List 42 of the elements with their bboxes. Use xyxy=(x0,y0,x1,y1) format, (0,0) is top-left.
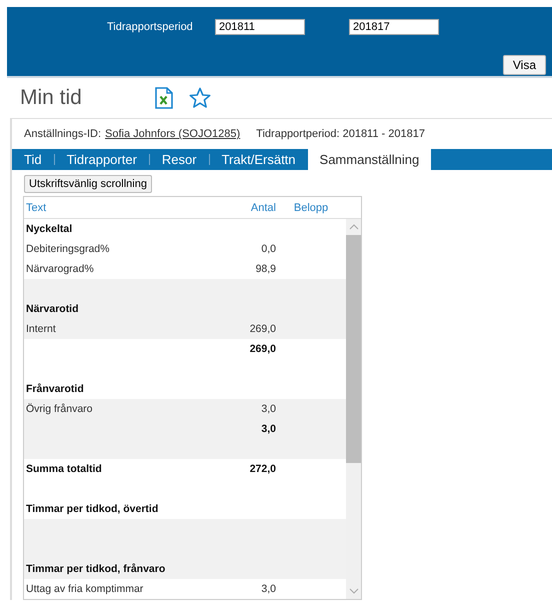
star-icon[interactable] xyxy=(189,87,211,109)
tab[interactable]: Sammanställning xyxy=(308,149,432,170)
table-cell: 3,0 xyxy=(261,423,276,435)
scrollbar-thumb[interactable] xyxy=(346,235,361,463)
table-cell: Övrig frånvaro xyxy=(26,403,93,415)
employee-label: Anställnings-ID: xyxy=(24,128,102,140)
table-cell: Närvarotid xyxy=(26,303,79,315)
table-cell: 272,0 xyxy=(250,463,276,475)
column-header[interactable]: Antal xyxy=(206,202,276,214)
table-cell: 3,0 xyxy=(261,583,276,595)
print-button[interactable]: Utskriftsvänlig scrollning xyxy=(24,175,152,193)
scrollbar[interactable] xyxy=(346,219,361,599)
excel-icon[interactable] xyxy=(155,87,173,109)
table-cell: Frånvarotid xyxy=(26,383,84,395)
table-cell: Uttag av fria komptimmar xyxy=(26,583,144,595)
table-cell: Nyckeltal xyxy=(26,223,72,235)
table-cell: 98,9 xyxy=(256,263,276,275)
period-text: Tidrapportperiod: 201811 - 201817 xyxy=(256,128,425,140)
tab[interactable]: Trakt/Ersättn xyxy=(210,149,308,170)
table-cell: Närvarograd% xyxy=(26,263,94,275)
table-cell: Timmar per tidkod, övertid xyxy=(26,503,158,515)
table-cell: Debiteringsgrad% xyxy=(26,243,110,255)
table-cell: Timmar per tidkod, frånvaro xyxy=(26,563,166,575)
table-cell: 269,0 xyxy=(250,343,276,355)
table-cell: Internt xyxy=(26,323,56,335)
column-header[interactable]: Belopp xyxy=(276,202,361,214)
tab[interactable]: Tid xyxy=(12,149,54,170)
employee-link[interactable]: Sofia Johnfors (SOJO1285) xyxy=(105,128,240,140)
table-cell: 3,0 xyxy=(261,403,276,415)
table-cell: 269,0 xyxy=(250,323,276,335)
tab[interactable]: Resor xyxy=(150,149,209,170)
column-header[interactable]: Text xyxy=(24,202,206,214)
show-button[interactable]: Visa xyxy=(502,55,546,75)
period-to-field[interactable]: 201817 xyxy=(349,19,439,35)
scroll-up-icon[interactable] xyxy=(348,224,358,230)
period-from-field[interactable]: 201811 xyxy=(215,19,305,35)
period-label: Tidrapportsperiod xyxy=(107,21,194,33)
tab[interactable]: Tidrapporter xyxy=(54,149,149,170)
table-cell: 0,0 xyxy=(261,243,276,255)
table-cell: Summa totaltid xyxy=(26,463,102,475)
scroll-down-icon[interactable] xyxy=(348,588,358,594)
page-title: Min tid xyxy=(20,86,83,110)
